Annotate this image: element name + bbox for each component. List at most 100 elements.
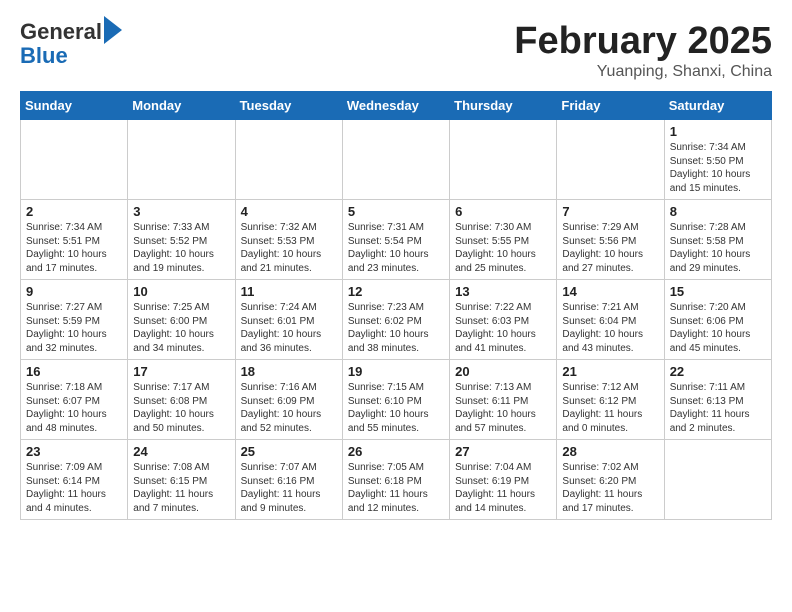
week-row: 9 Sunrise: 7:27 AM Sunset: 5:59 PM Daylig… <box>21 280 772 360</box>
day-number: 18 <box>241 364 337 379</box>
calendar-cell: 26 Sunrise: 7:05 AM Sunset: 6:18 PM Dayli… <box>342 440 449 520</box>
calendar-cell: 18 Sunrise: 7:16 AM Sunset: 6:09 PM Dayli… <box>235 360 342 440</box>
week-row: 2 Sunrise: 7:34 AM Sunset: 5:51 PM Daylig… <box>21 200 772 280</box>
day-info: Sunrise: 7:08 AM Sunset: 6:15 PM Dayligh… <box>133 461 229 515</box>
calendar-cell <box>557 120 664 200</box>
logo-arrow-icon <box>104 16 122 44</box>
week-row: 23Sunrise: 7:09 AM Sunset: 6:14 PM Dayli… <box>21 440 772 520</box>
calendar-cell: 6 Sunrise: 7:30 AM Sunset: 5:55 PM Daylig… <box>450 200 557 280</box>
calendar-cell <box>21 120 128 200</box>
day-number: 17 <box>133 364 229 379</box>
calendar-cell <box>664 440 771 520</box>
day-info: Sunrise: 7:21 AM Sunset: 6:04 PM Dayligh… <box>562 301 658 355</box>
calendar-cell <box>342 120 449 200</box>
day-number: 9 <box>26 284 122 299</box>
calendar-cell: 5 Sunrise: 7:31 AM Sunset: 5:54 PM Daylig… <box>342 200 449 280</box>
calendar-cell: 27Sunrise: 7:04 AM Sunset: 6:19 PM Dayli… <box>450 440 557 520</box>
day-number: 26 <box>348 444 444 459</box>
day-info: Sunrise: 7:28 AM Sunset: 5:58 PM Dayligh… <box>670 221 766 275</box>
day-number: 8 <box>670 204 766 219</box>
day-info: Sunrise: 7:27 AM Sunset: 5:59 PM Dayligh… <box>26 301 122 355</box>
day-info: Sunrise: 7:22 AM Sunset: 6:03 PM Dayligh… <box>455 301 551 355</box>
calendar-cell: 28 Sunrise: 7:02 AM Sunset: 6:20 PM Dayli… <box>557 440 664 520</box>
day-info: Sunrise: 7:13 AM Sunset: 6:11 PM Dayligh… <box>455 381 551 435</box>
calendar-cell <box>235 120 342 200</box>
weekday-header: Monday <box>128 92 235 120</box>
day-number: 13 <box>455 284 551 299</box>
calendar-cell: 24 Sunrise: 7:08 AM Sunset: 6:15 PM Dayli… <box>128 440 235 520</box>
day-info: Sunrise: 7:33 AM Sunset: 5:52 PM Dayligh… <box>133 221 229 275</box>
day-info: Sunrise: 7:34 AM Sunset: 5:50 PM Dayligh… <box>670 141 766 195</box>
day-info: Sunrise: 7:23 AM Sunset: 6:02 PM Dayligh… <box>348 301 444 355</box>
day-number: 25 <box>241 444 337 459</box>
calendar-cell: 2 Sunrise: 7:34 AM Sunset: 5:51 PM Daylig… <box>21 200 128 280</box>
location: Yuanping, Shanxi, China <box>514 63 772 81</box>
logo-general: General <box>20 20 102 44</box>
day-number: 6 <box>455 204 551 219</box>
day-info: Sunrise: 7:05 AM Sunset: 6:18 PM Dayligh… <box>348 461 444 515</box>
calendar-cell: 8 Sunrise: 7:28 AM Sunset: 5:58 PM Daylig… <box>664 200 771 280</box>
calendar-cell: 23Sunrise: 7:09 AM Sunset: 6:14 PM Dayli… <box>21 440 128 520</box>
calendar-cell: 22 Sunrise: 7:11 AM Sunset: 6:13 PM Dayli… <box>664 360 771 440</box>
day-info: Sunrise: 7:32 AM Sunset: 5:53 PM Dayligh… <box>241 221 337 275</box>
day-number: 3 <box>133 204 229 219</box>
calendar-cell: 3 Sunrise: 7:33 AM Sunset: 5:52 PM Daylig… <box>128 200 235 280</box>
calendar-cell <box>450 120 557 200</box>
day-info: Sunrise: 7:34 AM Sunset: 5:51 PM Dayligh… <box>26 221 122 275</box>
calendar-cell: 14 Sunrise: 7:21 AM Sunset: 6:04 PM Dayli… <box>557 280 664 360</box>
day-info: Sunrise: 7:16 AM Sunset: 6:09 PM Dayligh… <box>241 381 337 435</box>
weekday-header-row: SundayMondayTuesdayWednesdayThursdayFrid… <box>21 92 772 120</box>
day-number: 10 <box>133 284 229 299</box>
calendar-cell: 16 Sunrise: 7:18 AM Sunset: 6:07 PM Dayli… <box>21 360 128 440</box>
day-info: Sunrise: 7:02 AM Sunset: 6:20 PM Dayligh… <box>562 461 658 515</box>
logo: General Blue <box>20 20 122 68</box>
calendar-cell: 20 Sunrise: 7:13 AM Sunset: 6:11 PM Dayli… <box>450 360 557 440</box>
month-title: February 2025 <box>514 20 772 63</box>
calendar-cell: 25 Sunrise: 7:07 AM Sunset: 6:16 PM Dayli… <box>235 440 342 520</box>
day-number: 7 <box>562 204 658 219</box>
day-number: 16 <box>26 364 122 379</box>
calendar-cell: 17 Sunrise: 7:17 AM Sunset: 6:08 PM Dayli… <box>128 360 235 440</box>
day-info: Sunrise: 7:18 AM Sunset: 6:07 PM Dayligh… <box>26 381 122 435</box>
weekday-header: Thursday <box>450 92 557 120</box>
day-info: Sunrise: 7:20 AM Sunset: 6:06 PM Dayligh… <box>670 301 766 355</box>
day-number: 24 <box>133 444 229 459</box>
calendar-cell: 15 Sunrise: 7:20 AM Sunset: 6:06 PM Dayli… <box>664 280 771 360</box>
weekday-header: Sunday <box>21 92 128 120</box>
calendar-table: SundayMondayTuesdayWednesdayThursdayFrid… <box>20 91 772 520</box>
day-number: 15 <box>670 284 766 299</box>
day-info: Sunrise: 7:17 AM Sunset: 6:08 PM Dayligh… <box>133 381 229 435</box>
calendar-cell: 21 Sunrise: 7:12 AM Sunset: 6:12 PM Dayli… <box>557 360 664 440</box>
day-info: Sunrise: 7:07 AM Sunset: 6:16 PM Dayligh… <box>241 461 337 515</box>
day-number: 20 <box>455 364 551 379</box>
day-number: 28 <box>562 444 658 459</box>
weekday-header: Friday <box>557 92 664 120</box>
page-header: General Blue February 2025 Yuanping, Sha… <box>20 20 772 81</box>
day-info: Sunrise: 7:12 AM Sunset: 6:12 PM Dayligh… <box>562 381 658 435</box>
calendar-cell: 1Sunrise: 7:34 AM Sunset: 5:50 PM Daylig… <box>664 120 771 200</box>
day-info: Sunrise: 7:04 AM Sunset: 6:19 PM Dayligh… <box>455 461 551 515</box>
title-block: February 2025 Yuanping, Shanxi, China <box>514 20 772 81</box>
week-row: 1Sunrise: 7:34 AM Sunset: 5:50 PM Daylig… <box>21 120 772 200</box>
day-number: 12 <box>348 284 444 299</box>
day-info: Sunrise: 7:31 AM Sunset: 5:54 PM Dayligh… <box>348 221 444 275</box>
day-number: 14 <box>562 284 658 299</box>
day-info: Sunrise: 7:25 AM Sunset: 6:00 PM Dayligh… <box>133 301 229 355</box>
day-number: 5 <box>348 204 444 219</box>
logo-blue: Blue <box>20 44 122 68</box>
weekday-header: Wednesday <box>342 92 449 120</box>
calendar-cell: 7 Sunrise: 7:29 AM Sunset: 5:56 PM Daylig… <box>557 200 664 280</box>
calendar-cell <box>128 120 235 200</box>
day-info: Sunrise: 7:29 AM Sunset: 5:56 PM Dayligh… <box>562 221 658 275</box>
day-number: 21 <box>562 364 658 379</box>
day-number: 23 <box>26 444 122 459</box>
day-info: Sunrise: 7:11 AM Sunset: 6:13 PM Dayligh… <box>670 381 766 435</box>
calendar-cell: 11Sunrise: 7:24 AM Sunset: 6:01 PM Dayli… <box>235 280 342 360</box>
calendar-cell: 10 Sunrise: 7:25 AM Sunset: 6:00 PM Dayli… <box>128 280 235 360</box>
day-number: 2 <box>26 204 122 219</box>
calendar-cell: 4Sunrise: 7:32 AM Sunset: 5:53 PM Daylig… <box>235 200 342 280</box>
calendar-cell: 13 Sunrise: 7:22 AM Sunset: 6:03 PM Dayli… <box>450 280 557 360</box>
day-info: Sunrise: 7:30 AM Sunset: 5:55 PM Dayligh… <box>455 221 551 275</box>
day-number: 11 <box>241 284 337 299</box>
day-number: 22 <box>670 364 766 379</box>
